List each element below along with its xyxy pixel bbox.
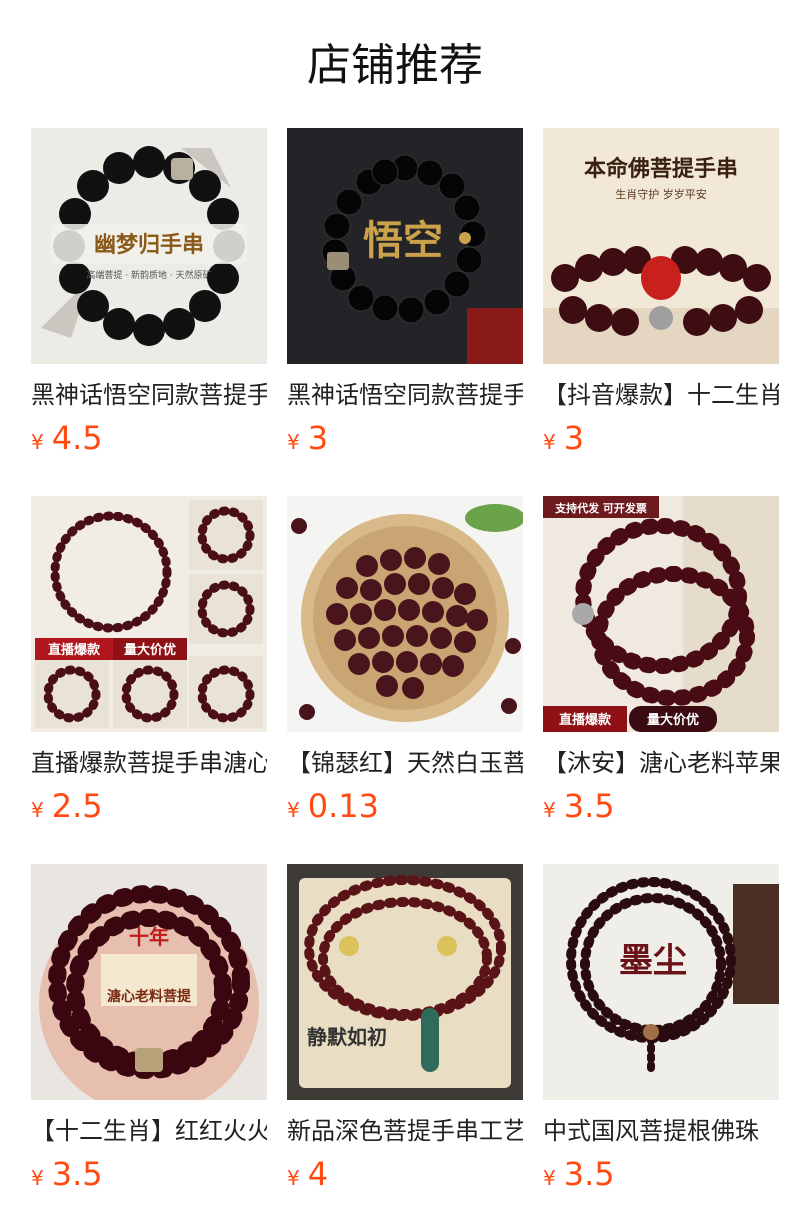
black-bead-bracelet-image: 幽梦归手串 高端菩提 · 新韵质地 · 天然原矿 [31, 128, 267, 364]
currency-symbol: ¥ [31, 430, 44, 454]
price-value: 2.5 [51, 787, 103, 825]
product-price: ¥4 [287, 1154, 523, 1200]
red-bead-bracelet-image: 本命佛菩提手串 生肖守护 岁岁平安 [543, 128, 779, 364]
bracelet-in-hand-image: 十年 溏心老料菩提 [31, 864, 267, 1100]
product-image[interactable]: 十年 溏心老料菩提 [31, 864, 267, 1100]
mala-beads-image: 墨尘 [543, 864, 779, 1100]
product-image[interactable]: 静默如初 [287, 864, 523, 1100]
product-name[interactable]: 【十二生肖】红红火火 [31, 1114, 267, 1148]
product-name[interactable]: 【锦瑟红】天然白玉菩提 [287, 746, 523, 780]
promo-tag: 支持代发 可开发票 [554, 501, 647, 515]
image-caption: 幽梦归手串 [94, 232, 204, 258]
product-card[interactable]: 本命佛菩提手串 生肖守护 岁岁平安 【抖音爆款】十二生肖 ¥3 [543, 128, 779, 464]
product-image[interactable]: 本命佛菩提手串 生肖守护 岁岁平安 [543, 128, 779, 364]
product-card[interactable]: 【锦瑟红】天然白玉菩提 ¥0.13 [287, 496, 523, 832]
black-bead-bracelet-image: 悟空 [287, 128, 523, 364]
promo-tag: 量大价优 [647, 712, 699, 728]
product-image[interactable] [287, 496, 523, 732]
product-card[interactable]: 幽梦归手串 高端菩提 · 新韵质地 · 天然原矿 黑神话悟空同款菩提手串 ¥4.… [31, 128, 267, 464]
price-value: 3.5 [563, 1155, 615, 1193]
double-bracelet-image: 支持代发 可开发票 直播爆款 量大价优 [543, 496, 779, 732]
product-name[interactable]: 中式国风菩提根佛珠 [543, 1114, 779, 1148]
product-image[interactable]: 幽梦归手串 高端菩提 · 新韵质地 · 天然原矿 [31, 128, 267, 364]
currency-symbol: ¥ [287, 798, 300, 822]
image-caption: 十年 [129, 925, 169, 949]
product-name[interactable]: 直播爆款菩提手串溏心 [31, 746, 267, 780]
image-caption: 墨尘 [619, 941, 687, 981]
currency-symbol: ¥ [543, 430, 556, 454]
product-card[interactable]: 悟空 黑神话悟空同款菩提手串 ¥3 [287, 128, 523, 464]
product-price: ¥2.5 [31, 786, 267, 832]
bracelet-collage-image: 直播爆款 量大价优 [31, 496, 267, 732]
product-image[interactable]: 墨尘 [543, 864, 779, 1100]
image-subcaption: 高端菩提 · 新韵质地 · 天然原矿 [86, 269, 211, 281]
product-price: ¥4.5 [31, 418, 267, 464]
product-name[interactable]: 黑神话悟空同款菩提手串 [287, 378, 523, 412]
currency-symbol: ¥ [287, 1166, 300, 1190]
image-caption: 本命佛菩提手串 [584, 156, 738, 182]
product-price: ¥0.13 [287, 786, 523, 832]
price-value: 3.5 [563, 787, 615, 825]
product-image[interactable]: 直播爆款 量大价优 [31, 496, 267, 732]
promo-tag: 直播爆款 [559, 712, 612, 728]
product-card[interactable]: 静默如初 新品深色菩提手串工艺 ¥4 [287, 864, 523, 1200]
product-name[interactable]: 黑神话悟空同款菩提手串 [31, 378, 267, 412]
image-subcaption: 溏心老料菩提 [107, 988, 192, 1005]
price-value: 4.5 [51, 419, 103, 457]
price-value: 4 [307, 1155, 329, 1193]
product-grid: 幽梦归手串 高端菩提 · 新韵质地 · 天然原矿 黑神话悟空同款菩提手串 ¥4.… [0, 0, 790, 1232]
product-card[interactable]: 墨尘 中式国风菩提根佛珠 ¥3.5 [543, 864, 779, 1200]
price-value: 0.13 [307, 787, 379, 825]
currency-symbol: ¥ [31, 1166, 44, 1190]
price-value: 3 [307, 419, 329, 457]
product-card[interactable]: 支持代发 可开发票 直播爆款 量大价优 【沐安】溏心老料苹果 ¥3.5 [543, 496, 779, 832]
currency-symbol: ¥ [287, 430, 300, 454]
product-card[interactable]: 十年 溏心老料菩提 【十二生肖】红红火火 ¥3.5 [31, 864, 267, 1200]
product-card[interactable]: 直播爆款 量大价优 直播爆款菩提手串溏心 ¥2.5 [31, 496, 267, 832]
price-value: 3.5 [51, 1155, 103, 1193]
currency-symbol: ¥ [543, 1166, 556, 1190]
promo-tag: 直播爆款 [48, 642, 101, 658]
product-name[interactable]: 新品深色菩提手串工艺 [287, 1114, 523, 1148]
product-name[interactable]: 【沐安】溏心老料苹果 [543, 746, 779, 780]
product-name[interactable]: 【抖音爆款】十二生肖 [543, 378, 779, 412]
product-image[interactable]: 支持代发 可开发票 直播爆款 量大价优 [543, 496, 779, 732]
image-caption: 悟空 [363, 217, 443, 264]
product-image[interactable]: 悟空 [287, 128, 523, 364]
product-price: ¥3 [543, 418, 779, 464]
loose-beads-bowl-image [287, 496, 523, 732]
promo-tag: 量大价优 [124, 642, 176, 658]
price-value: 3 [563, 419, 585, 457]
product-price: ¥3.5 [543, 786, 779, 832]
product-price: ¥3.5 [31, 1154, 267, 1200]
currency-symbol: ¥ [543, 798, 556, 822]
mala-beads-image: 静默如初 [287, 864, 523, 1100]
product-price: ¥3.5 [543, 1154, 779, 1200]
image-caption: 静默如初 [307, 1025, 387, 1049]
product-price: ¥3 [287, 418, 523, 464]
image-subcaption: 生肖守护 岁岁平安 [615, 187, 707, 201]
currency-symbol: ¥ [31, 798, 44, 822]
